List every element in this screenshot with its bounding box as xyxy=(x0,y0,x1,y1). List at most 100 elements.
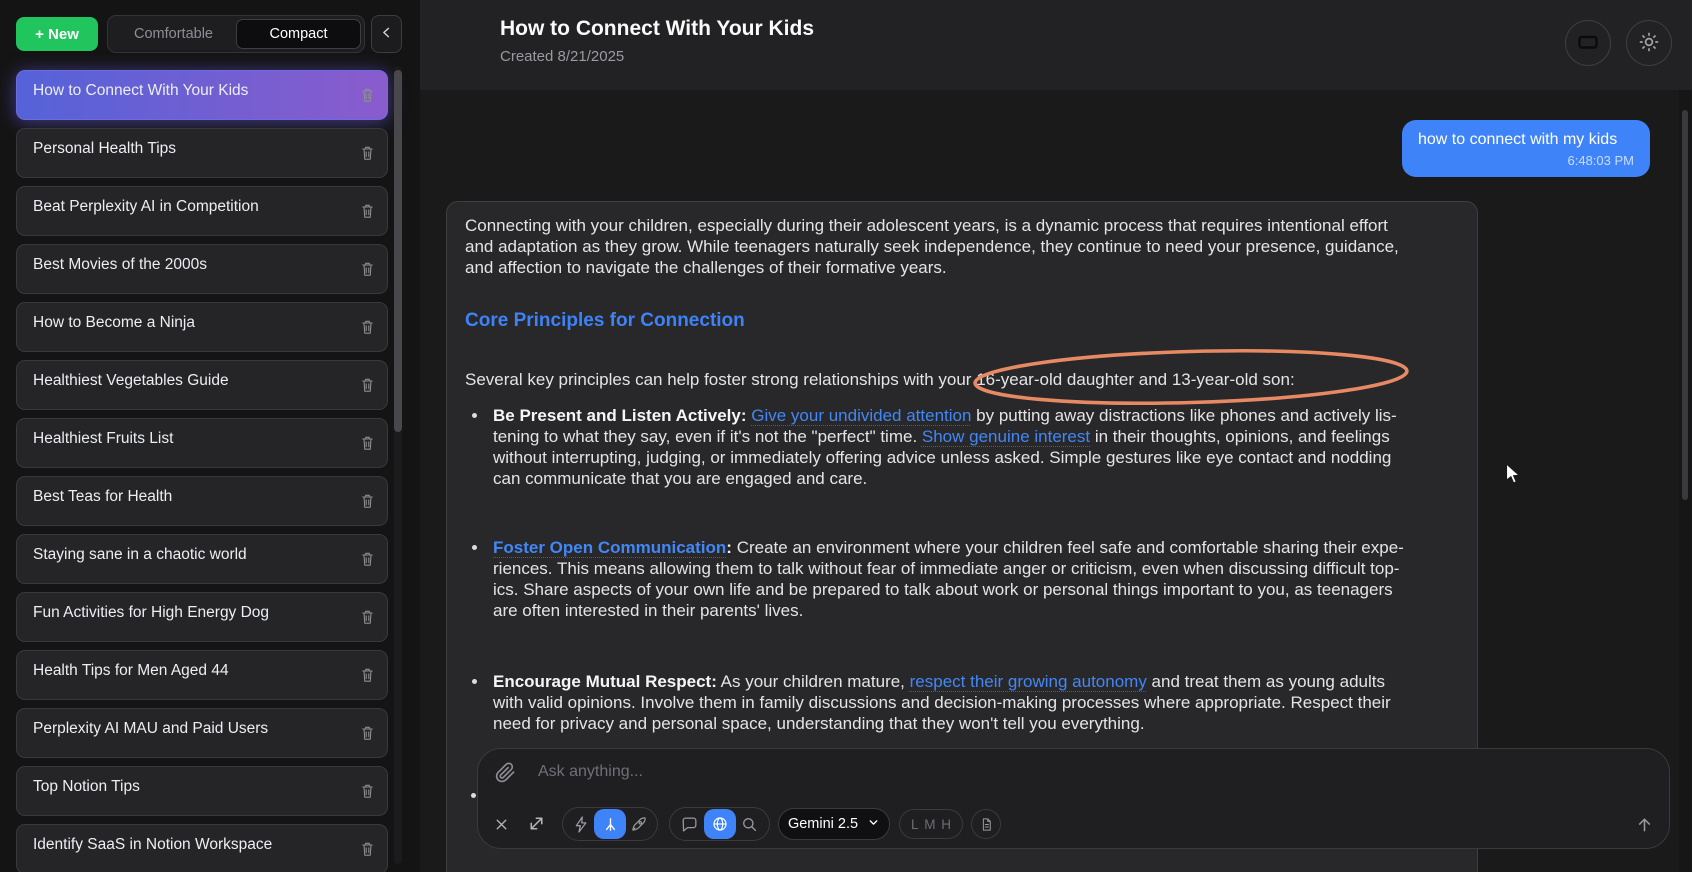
bullet-item: Be Present and Listen Actively: Give you… xyxy=(493,405,1397,489)
chat-list-item[interactable]: Top Notion Tips xyxy=(16,766,388,816)
effort-level-button[interactable]: H xyxy=(941,817,951,832)
display-mode-button[interactable] xyxy=(1565,20,1611,66)
chat-list-item[interactable]: Staying sane in a chaotic world xyxy=(16,534,388,584)
chat-list-item[interactable]: Beat Perplexity AI in Competition xyxy=(16,186,388,236)
delete-chat-button[interactable] xyxy=(360,609,375,625)
chat-title: Fun Activities for High Energy Dog xyxy=(33,604,269,621)
delete-chat-button[interactable] xyxy=(360,725,375,741)
tools-pill xyxy=(669,807,770,841)
globe-icon xyxy=(711,815,729,833)
trash-icon xyxy=(360,613,375,628)
text-segment: and affection to navigate the challenges… xyxy=(465,258,947,277)
created-date: Created 8/21/2025 xyxy=(500,48,624,65)
delete-chat-button[interactable] xyxy=(360,203,375,219)
text-segment: with valid opinions. Involve them in fam… xyxy=(493,693,1391,712)
inline-link[interactable]: respect their growing autonomy xyxy=(910,672,1147,691)
chat-bubble-button[interactable] xyxy=(680,815,699,834)
text-segment: Encourage Mutual Respect: xyxy=(493,672,717,691)
chat-list-item[interactable]: Perplexity AI MAU and Paid Users xyxy=(16,708,388,758)
trash-icon xyxy=(360,729,375,744)
new-chat-button[interactable]: + New xyxy=(16,17,98,51)
trash-icon xyxy=(360,207,375,222)
sidebar-collapse-button[interactable] xyxy=(371,15,402,53)
chat-title: Identify SaaS in Notion Workspace xyxy=(33,836,272,853)
chat-title: Healthiest Fruits List xyxy=(33,430,173,447)
inline-link[interactable]: Show genuine interest xyxy=(922,427,1090,446)
delete-chat-button[interactable] xyxy=(360,435,375,451)
delete-chat-button[interactable] xyxy=(360,87,375,103)
sun-icon xyxy=(1637,30,1661,57)
attach-button[interactable] xyxy=(494,761,517,784)
chat-list-item[interactable]: How to Become a Ninja xyxy=(16,302,388,352)
effort-level-button[interactable]: M xyxy=(924,817,935,832)
rectangle-icon xyxy=(1576,30,1600,57)
section-heading: Core Principles for Connection xyxy=(465,310,745,332)
delete-chat-button[interactable] xyxy=(360,493,375,509)
lightning-button[interactable] xyxy=(572,815,591,834)
chat-list-item[interactable]: Healthiest Vegetables Guide xyxy=(16,360,388,410)
inline-link[interactable]: Foster Open Communication xyxy=(493,538,726,557)
assistant-intro-line: Several key principles can help foster s… xyxy=(465,369,1295,390)
chat-list: How to Connect With Your Kids Personal H… xyxy=(16,70,388,872)
model-selector[interactable]: Gemini 2.5 xyxy=(778,808,890,840)
trash-icon xyxy=(360,845,375,860)
delete-chat-button[interactable] xyxy=(360,145,375,161)
delete-chat-button[interactable] xyxy=(360,319,375,335)
main-scrollbar-thumb[interactable] xyxy=(1682,110,1688,500)
rocket-button[interactable] xyxy=(629,815,648,834)
text-segment: without interrupting, judging, or immedi… xyxy=(493,448,1391,467)
chat-list-item[interactable]: Healthiest Fruits List xyxy=(16,418,388,468)
message-input[interactable] xyxy=(536,762,1440,782)
text-segment: and treat them as young adults xyxy=(1147,672,1385,691)
text-segment: As your children mature, xyxy=(717,672,910,691)
trash-icon xyxy=(360,265,375,280)
chat-title: Personal Health Tips xyxy=(33,140,176,157)
chat-title: Health Tips for Men Aged 44 xyxy=(33,662,229,679)
bullet-dot xyxy=(471,793,476,798)
text-segment: Connecting with your children, especiall… xyxy=(465,216,1388,235)
delete-chat-button[interactable] xyxy=(360,261,375,277)
chat-list-item[interactable]: How to Connect With Your Kids xyxy=(16,70,388,120)
tree-mode-button[interactable] xyxy=(594,809,626,839)
document-icon xyxy=(979,817,994,832)
search-button[interactable] xyxy=(740,815,759,834)
document-button[interactable] xyxy=(971,809,1001,839)
chat-list-item[interactable]: Identify SaaS in Notion Workspace xyxy=(16,824,388,872)
sidebar-scrollbar-thumb[interactable] xyxy=(394,70,402,432)
effort-level-button[interactable]: L xyxy=(911,817,919,832)
chat-title: Best Teas for Health xyxy=(33,488,172,505)
delete-chat-button[interactable] xyxy=(360,377,375,393)
expand-button[interactable] xyxy=(526,813,547,834)
trash-icon xyxy=(360,381,375,396)
web-search-button[interactable] xyxy=(704,809,736,839)
density-toggle: ComfortableCompact xyxy=(107,15,365,53)
chat-header: How to Connect With Your Kids Created 8/… xyxy=(420,0,1692,90)
chat-list-item[interactable]: Fun Activities for High Energy Dog xyxy=(16,592,388,642)
text-segment: in their thoughts, opinions, and feeling… xyxy=(1090,427,1390,446)
theme-toggle-button[interactable] xyxy=(1626,20,1672,66)
bullet-dot xyxy=(472,413,477,418)
chat-list-item[interactable]: Personal Health Tips xyxy=(16,128,388,178)
user-message-bubble: how to connect with my kids 6:48:03 PM xyxy=(1402,120,1650,177)
chat-panel: How to Connect With Your Kids Created 8/… xyxy=(420,0,1692,872)
chat-list-item[interactable]: Health Tips for Men Aged 44 xyxy=(16,650,388,700)
delete-chat-button[interactable] xyxy=(360,667,375,683)
text-segment: and adaptation as they grow. While teena… xyxy=(465,237,1399,256)
chat-list-item[interactable]: Best Movies of the 2000s xyxy=(16,244,388,294)
close-button[interactable] xyxy=(493,816,510,833)
chat-list-item[interactable]: Best Teas for Health xyxy=(16,476,388,526)
text-segment: by putting away distractions like phones… xyxy=(971,406,1396,425)
mode-pill xyxy=(562,807,658,841)
trash-icon xyxy=(360,149,375,164)
text-segment: are often interested in their parents' l… xyxy=(493,601,803,620)
chat-title: Beat Perplexity AI in Competition xyxy=(33,198,259,215)
density-option[interactable]: Comfortable xyxy=(111,19,236,49)
chat-title: How to Connect With Your Kids xyxy=(33,82,248,99)
delete-chat-button[interactable] xyxy=(360,551,375,567)
magnifier-icon xyxy=(740,822,759,837)
delete-chat-button[interactable] xyxy=(360,783,375,799)
density-option[interactable]: Compact xyxy=(236,19,361,49)
delete-chat-button[interactable] xyxy=(360,841,375,857)
scroll-to-top-arrow[interactable] xyxy=(1634,814,1655,840)
inline-link[interactable]: Give your undivided attention xyxy=(751,406,971,425)
